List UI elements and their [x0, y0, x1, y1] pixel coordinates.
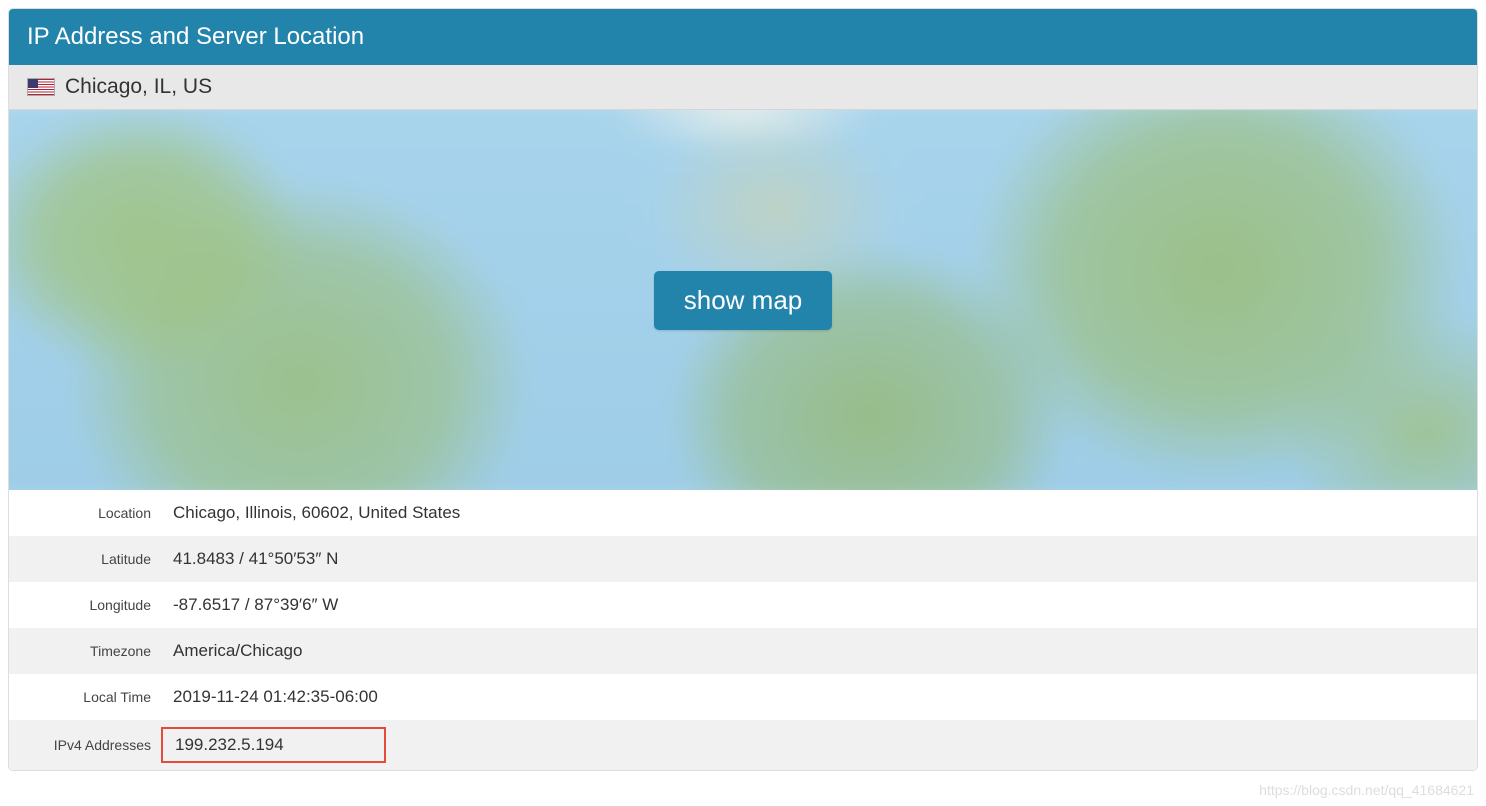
detail-value: 41.8483 / 41°50′53″ N: [159, 536, 1477, 582]
table-row: Local Time2019-11-24 01:42:35-06:00: [9, 674, 1477, 720]
detail-label: Timezone: [9, 628, 159, 674]
table-row: LocationChicago, Illinois, 60602, United…: [9, 490, 1477, 536]
us-flag-icon: [27, 78, 55, 96]
detail-label: IPv4 Addresses: [9, 720, 159, 770]
detail-label: Location: [9, 490, 159, 536]
detail-value: Chicago, Illinois, 60602, United States: [159, 490, 1477, 536]
show-map-button[interactable]: show map: [654, 271, 833, 330]
detail-value: -87.6517 / 87°39′6″ W: [159, 582, 1477, 628]
table-row: Latitude41.8483 / 41°50′53″ N: [9, 536, 1477, 582]
location-summary: Chicago, IL, US: [65, 75, 212, 99]
details-table: LocationChicago, Illinois, 60602, United…: [9, 490, 1477, 770]
detail-value: 199.232.5.194: [159, 720, 1477, 770]
detail-value: America/Chicago: [159, 628, 1477, 674]
highlighted-value: 199.232.5.194: [161, 727, 386, 763]
table-row: TimezoneAmerica/Chicago: [9, 628, 1477, 674]
panel-title: IP Address and Server Location: [9, 9, 1477, 65]
detail-label: Longitude: [9, 582, 159, 628]
detail-label: Local Time: [9, 674, 159, 720]
detail-label: Latitude: [9, 536, 159, 582]
ip-location-panel: IP Address and Server Location Chicago, …: [8, 8, 1478, 771]
table-row: Longitude-87.6517 / 87°39′6″ W: [9, 582, 1477, 628]
location-bar: Chicago, IL, US: [9, 65, 1477, 110]
map-preview: show map: [9, 110, 1477, 490]
table-row: IPv4 Addresses199.232.5.194: [9, 720, 1477, 770]
detail-value: 2019-11-24 01:42:35-06:00: [159, 674, 1477, 720]
watermark: https://blog.csdn.net/qq_41684621: [1259, 782, 1474, 798]
